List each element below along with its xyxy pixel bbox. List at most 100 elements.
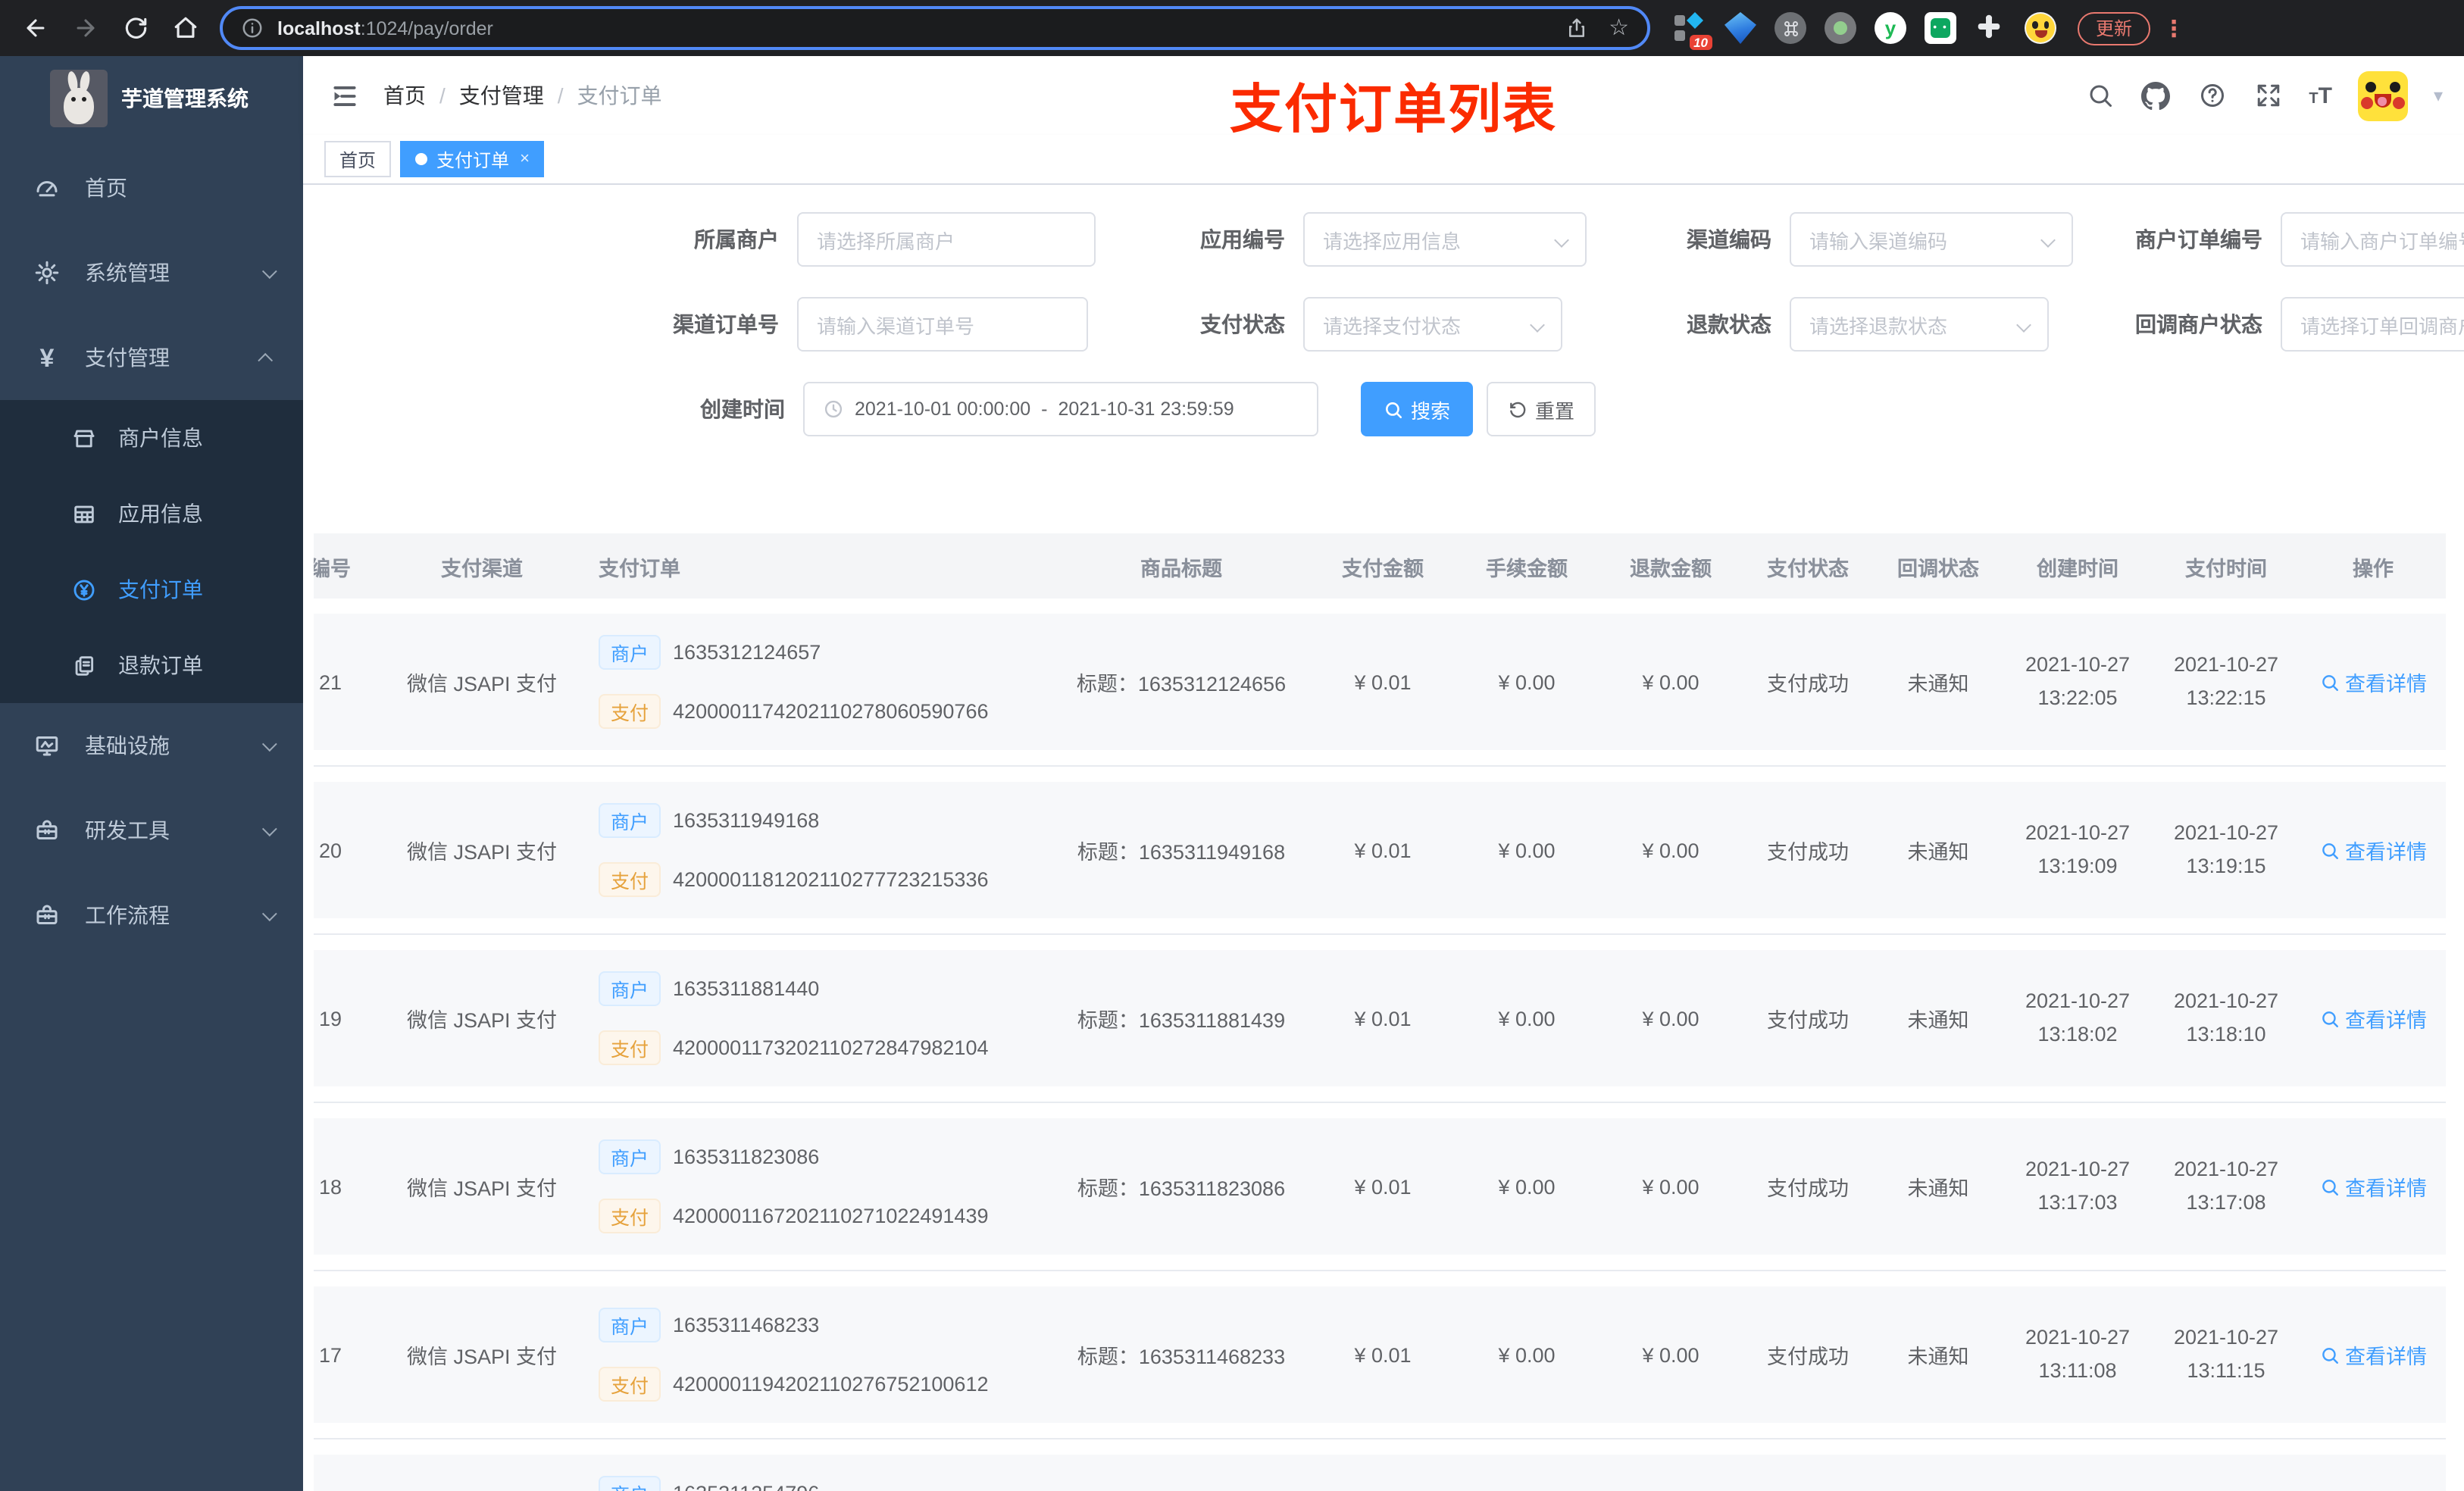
view-detail-link[interactable]: 查看详情 (2319, 1339, 2427, 1370)
pay-status-select[interactable]: 请选择支付状态 (1303, 297, 1562, 352)
share-icon[interactable] (1565, 17, 1587, 39)
chevron-down-icon (261, 736, 277, 752)
fullscreen-icon[interactable] (2253, 80, 2283, 111)
merchant-tag: 商户 (599, 1476, 661, 1491)
merchant-tag: 商户 (599, 803, 661, 838)
merchant-tag: 商户 (599, 635, 661, 670)
browser-back-button[interactable] (15, 8, 55, 48)
breadcrumb-pay-manage[interactable]: 支付管理 (459, 80, 544, 111)
sidebar-item-refund-order[interactable]: 退款订单 (0, 627, 303, 703)
filter-merchant: 所属商户 请选择所属商户 (615, 212, 1096, 267)
github-icon[interactable] (2140, 80, 2171, 111)
extension-record-icon[interactable] (1825, 12, 1856, 44)
extension-y-icon[interactable]: y (1875, 12, 1906, 44)
pay-amount: ¥ 0.01 (1354, 839, 1412, 861)
filter-refund-status: 退款状态 请选择退款状态 (1608, 297, 2049, 352)
bookmark-star-icon[interactable]: ☆ (1609, 17, 1629, 39)
merchant-order-input[interactable]: 请输入商户订单编号 (2281, 212, 2464, 267)
browser-menu-icon[interactable]: ⋮ (2162, 14, 2185, 42)
product-title: 标题：1635311468233 (1077, 1346, 1286, 1368)
profile-emoji-icon[interactable] (2025, 12, 2056, 44)
browser-reload-button[interactable] (115, 8, 155, 48)
sidebar-item-infrastructure[interactable]: 基础设施 (0, 703, 303, 788)
sidebar: 芋道管理系统 首页 系统管理 ¥ 支付管理 商户信息 应用信息 支付订单 退款订… (0, 56, 303, 1491)
create-time: 2021-10-27 13:19:09 (2025, 821, 2131, 877)
refund-status-select[interactable]: 请选择退款状态 (1790, 297, 2049, 352)
view-detail-link[interactable]: 查看详情 (2319, 1003, 2427, 1033)
search-button[interactable]: 搜索 (1361, 382, 1474, 436)
filter-pay-status: 支付状态 请选择支付状态 (1121, 297, 1562, 352)
user-menu-caret-icon[interactable]: ▾ (2434, 85, 2443, 106)
date-range-picker[interactable]: 2021-10-01 00:00:00 - 2021-10-31 23:59:5… (803, 382, 1318, 436)
pay-order-cell: 商户 1635311949168 支付 42000011812021102777… (580, 803, 1052, 897)
sidebar-item-dev-tools[interactable]: 研发工具 (0, 788, 303, 873)
filter-channel-code: 渠道编码 请输入渠道编码 (1608, 212, 2073, 267)
sidebar-item-system[interactable]: 系统管理 (0, 230, 303, 315)
app-select[interactable]: 请选择应用信息 (1303, 212, 1587, 267)
reset-button[interactable]: 重置 (1487, 382, 1596, 436)
gear-icon (33, 259, 61, 286)
pay-amount: ¥ 0.01 (1354, 670, 1412, 693)
view-detail-link[interactable]: 查看详情 (2319, 667, 2427, 697)
main-content: 所属商户 请选择所属商户 应用编号 请选择应用信息 渠道编码 请输入渠道编码 商… (303, 185, 2464, 1491)
channel-pay-no: 4200001174202110278060590766 (673, 700, 989, 723)
fee-amount: ¥ 0.00 (1498, 1175, 1556, 1198)
chevron-down-icon (261, 821, 277, 836)
pay-status: 支付成功 (1767, 673, 1849, 695)
channel-code-select[interactable]: 请输入渠道编码 (1790, 212, 2073, 267)
documents-icon (70, 652, 97, 679)
refund-amount: ¥ 0.00 (1642, 1343, 1699, 1366)
browser-update-button[interactable]: 更新 (2078, 11, 2151, 45)
font-size-icon[interactable]: TT (2309, 84, 2332, 107)
browser-forward-button[interactable] (65, 8, 105, 48)
filter-merchant-order-no: 商户订单编号 请输入商户订单编号 (2099, 212, 2464, 267)
tag-pay-order[interactable]: 支付订单 × (400, 141, 545, 177)
pay-status: 支付成功 (1767, 1009, 1849, 1032)
merchant-order-no: 1635311468233 (673, 1314, 820, 1336)
help-icon[interactable] (2197, 80, 2227, 111)
sidebar-item-pay-order[interactable]: 支付订单 (0, 552, 303, 627)
chevron-down-icon (1554, 232, 1569, 247)
toolbox-icon (33, 817, 61, 844)
sidebar-item-app-info[interactable]: 应用信息 (0, 476, 303, 552)
fee-amount: ¥ 0.00 (1498, 1343, 1556, 1366)
extensions-puzzle-icon[interactable] (1975, 12, 2006, 44)
search-icon[interactable] (2084, 80, 2115, 111)
notify-status: 未通知 (1907, 841, 1969, 864)
pay-status: 支付成功 (1767, 1346, 1849, 1368)
extension-command-icon[interactable] (1775, 12, 1806, 44)
extension-kite-icon[interactable] (1724, 12, 1756, 44)
row-actions: 查看详情 (2300, 1339, 2446, 1370)
product-title: 标题：1635311881439 (1077, 1009, 1286, 1032)
pay-order-cell: 商户 1635311468233 支付 42000011942021102767… (580, 1308, 1052, 1402)
site-info-icon[interactable] (241, 17, 264, 39)
view-detail-link[interactable]: 查看详情 (2319, 1171, 2427, 1202)
extension-chat-icon[interactable]: • • (1925, 12, 1956, 44)
channel-pay-no: 4200001181202110277723215336 (673, 868, 989, 891)
user-avatar[interactable] (2357, 70, 2408, 120)
tag-home[interactable]: 首页 (324, 141, 392, 177)
monitor-icon (33, 732, 61, 759)
sidebar-item-home[interactable]: 首页 (0, 145, 303, 230)
sidebar-item-merchant-info[interactable]: 商户信息 (0, 400, 303, 476)
url-bar[interactable]: localhost:1024/pay/order ☆ (220, 6, 1650, 50)
close-icon[interactable]: × (520, 150, 530, 168)
row-actions: 查看详情 (2300, 1003, 2446, 1033)
filter-app: 应用编号 请选择应用信息 (1121, 212, 1587, 267)
sidebar-toggle-icon[interactable] (330, 81, 359, 110)
chevron-down-icon (2016, 317, 2031, 332)
view-detail-link[interactable]: 查看详情 (2319, 835, 2427, 865)
notify-status-select[interactable]: 请选择订单回调商户状态 (2281, 297, 2464, 352)
chevron-down-icon (2040, 232, 2056, 247)
channel-order-input[interactable]: 请输入渠道订单号 (797, 297, 1088, 352)
channel-pay-no: 4200001194202110276752100612 (673, 1373, 989, 1396)
order-id: 20 (318, 839, 342, 861)
app-logo-row[interactable]: 芋道管理系统 (0, 56, 303, 141)
extension-grid-icon[interactable]: 10 (1674, 12, 1712, 50)
sidebar-item-workflow[interactable]: 工作流程 (0, 873, 303, 958)
merchant-input[interactable]: 请选择所属商户 (797, 212, 1096, 267)
browser-home-button[interactable] (165, 8, 205, 48)
pay-time: 2021-10-27 13:22:15 (2173, 653, 2279, 709)
breadcrumb-home[interactable]: 首页 (383, 80, 426, 111)
sidebar-item-payment[interactable]: ¥ 支付管理 (0, 315, 303, 400)
